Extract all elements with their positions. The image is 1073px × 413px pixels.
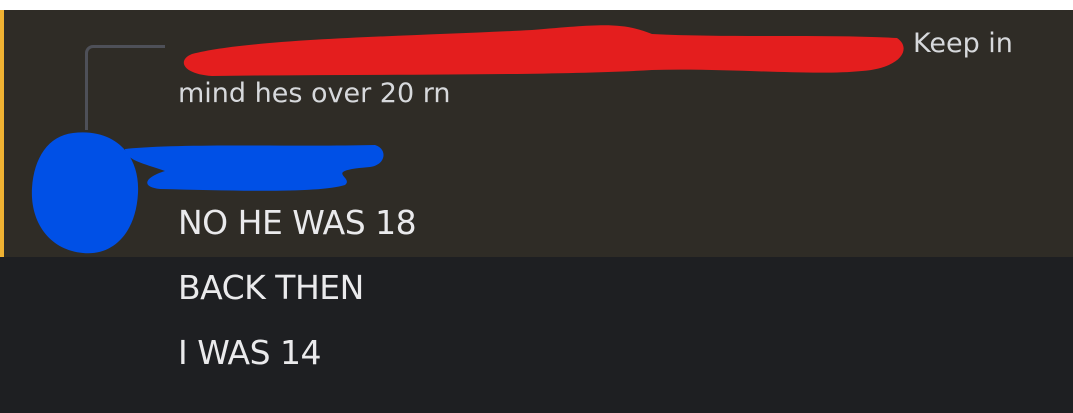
mention-indicator-bar: [0, 10, 4, 257]
red-redaction-scribble: [183, 25, 904, 76]
reply-preview-text-continuation[interactable]: mind hes over 20 rn: [178, 78, 450, 109]
reply-spine-icon: [85, 45, 165, 130]
reply-preview-text-end[interactable]: Keep in: [913, 28, 1013, 59]
top-border: [0, 0, 1073, 10]
username-redaction-scribble[interactable]: [120, 137, 388, 197]
message-line: I WAS 14: [178, 333, 322, 372]
message-line: NO HE WAS 18: [178, 203, 417, 242]
chat-frame: Keep in mind hes over 20 rn NO HE WAS 18…: [0, 0, 1073, 413]
message-line: BACK THEN: [178, 268, 364, 307]
